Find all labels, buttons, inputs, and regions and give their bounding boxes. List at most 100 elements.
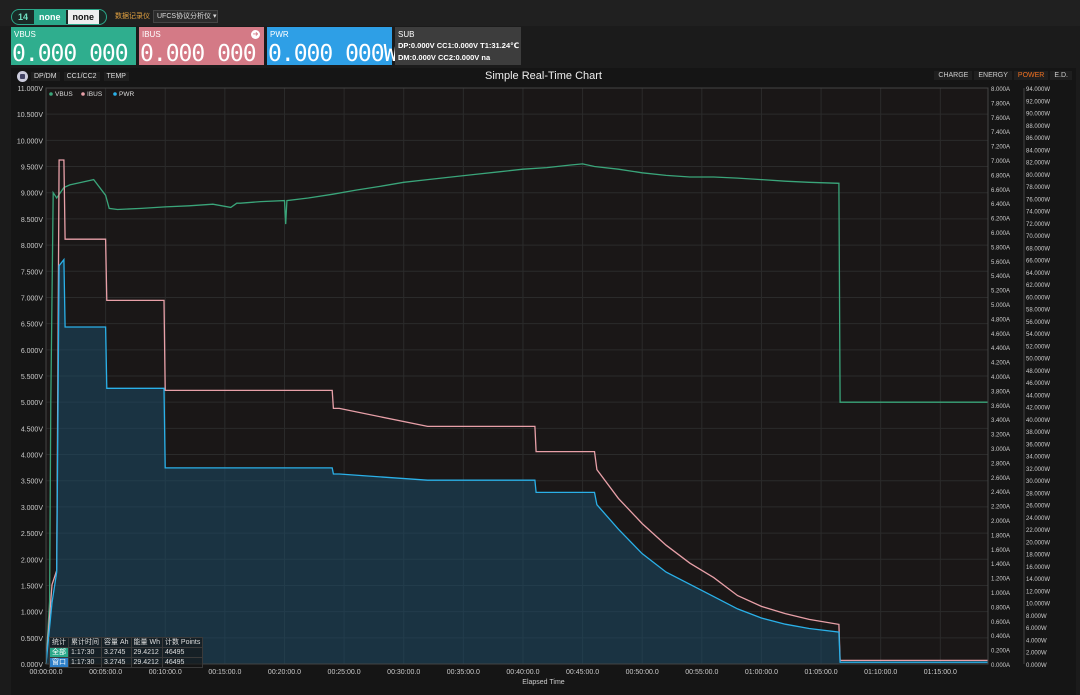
y-mid-tick-label: 3.400A xyxy=(991,418,1010,424)
y-mid-tick-label: 8.000A xyxy=(991,87,1010,93)
y-left-tick-label: 0.000V xyxy=(21,662,44,669)
y-mid-tick-label: 1.600A xyxy=(991,548,1010,554)
x-tick-label: 00:50:00.0 xyxy=(626,669,659,676)
y-left-tick-label: 10.000V xyxy=(17,138,43,145)
y-left-tick-label: 6.000V xyxy=(21,348,44,355)
y-left-tick-label: 3.000V xyxy=(21,505,44,512)
y-right-tick-label: 28.000W xyxy=(1026,491,1050,497)
y-right-tick-label: 38.000W xyxy=(1026,430,1050,436)
protocol-select[interactable]: UFCS协议分析仪 ▾ xyxy=(153,10,218,23)
y-mid-tick-label: 0.600A xyxy=(991,620,1010,626)
legend-label-ibus: IBUS xyxy=(87,91,103,98)
y-right-tick-label: 40.000W xyxy=(1026,418,1050,424)
legend-marker-pwr xyxy=(113,92,117,96)
x-axis-title: Elapsed Time xyxy=(522,679,565,686)
y-right-tick-label: 8.000W xyxy=(1026,614,1047,620)
device-selector[interactable]: 14 none none xyxy=(11,9,107,25)
y-right-tick-label: 4.000W xyxy=(1026,638,1047,644)
vbus-label: VBUS xyxy=(14,30,36,39)
pwr-tile: PWR 0.000 000W xyxy=(267,27,397,67)
y-right-tick-label: 22.000W xyxy=(1026,528,1050,534)
device-number: 14 xyxy=(18,12,29,22)
x-tick-label: 01:15:00.0 xyxy=(924,669,957,676)
data-recorder-label[interactable]: 数据记录仪 xyxy=(115,11,150,21)
vbus-tile: VBUS 0.000 000 V xyxy=(11,27,154,67)
y-right-tick-label: 32.000W xyxy=(1026,467,1050,473)
y-right-tick-label: 90.000W xyxy=(1026,112,1050,118)
y-right-tick-label: 74.000W xyxy=(1026,210,1050,216)
y-mid-tick-label: 3.600A xyxy=(991,404,1010,410)
y-right-tick-label: 12.000W xyxy=(1026,589,1050,595)
y-right-tick-label: 54.000W xyxy=(1026,332,1050,338)
y-right-tick-label: 50.000W xyxy=(1026,357,1050,363)
stats-cell[interactable]: 全部 xyxy=(49,647,69,658)
y-right-tick-label: 64.000W xyxy=(1026,271,1050,277)
x-tick-label: 00:30:00.0 xyxy=(387,669,420,676)
chart-panel: Simple Real-Time Chart DP/DM CC1/CC2 TEM… xyxy=(11,68,1076,695)
y-left-tick-label: 0.500V xyxy=(21,636,44,643)
y-right-tick-label: 26.000W xyxy=(1026,504,1050,510)
y-left-tick-label: 6.500V xyxy=(21,322,44,329)
y-right-tick-label: 2.000W xyxy=(1026,651,1047,657)
y-left-tick-label: 10.500V xyxy=(17,112,43,119)
y-mid-tick-label: 3.800A xyxy=(991,389,1010,395)
legend-marker-ibus xyxy=(81,92,85,96)
y-right-tick-label: 20.000W xyxy=(1026,540,1050,546)
y-right-tick-label: 56.000W xyxy=(1026,320,1050,326)
y-mid-tick-label: 5.200A xyxy=(991,289,1010,295)
legend-label-pwr: PWR xyxy=(119,91,134,98)
y-mid-tick-label: 0.800A xyxy=(991,605,1010,611)
y-right-tick-label: 88.000W xyxy=(1026,124,1050,130)
y-mid-tick-label: 7.400A xyxy=(991,130,1010,136)
sub-line-2: DM:0.000V CC2:0.000V na xyxy=(398,53,491,62)
y-mid-tick-label: 6.400A xyxy=(991,202,1010,208)
y-right-tick-label: 66.000W xyxy=(1026,259,1050,265)
arrow-right-icon[interactable]: ➜ xyxy=(251,30,260,39)
sub-tile: SUB DP:0.000V CC1:0.000V T1:31.24℃ DM:0.… xyxy=(395,27,521,65)
y-right-tick-label: 46.000W xyxy=(1026,381,1050,387)
stats-row-window[interactable]: 窗口 1:17:30 3.2745 29.4212 46495 xyxy=(49,657,204,668)
stats-header-row: 统计 累计时间 容量 Ah 能量 Wh 计数 Points xyxy=(49,637,204,648)
sub-label: SUB xyxy=(398,30,415,39)
y-right-tick-label: 82.000W xyxy=(1026,161,1050,167)
y-left-tick-label: 5.000V xyxy=(21,400,44,407)
y-right-tick-label: 72.000W xyxy=(1026,222,1050,228)
stats-cell: 1:17:30 xyxy=(68,657,102,668)
y-right-tick-label: 52.000W xyxy=(1026,344,1050,350)
y-mid-tick-label: 4.000A xyxy=(991,375,1010,381)
stats-cell[interactable]: 窗口 xyxy=(49,657,69,668)
x-tick-label: 01:10:00.0 xyxy=(864,669,897,676)
y-mid-tick-label: 1.400A xyxy=(991,562,1010,568)
device-name-2[interactable]: none xyxy=(67,10,100,24)
y-left-tick-label: 8.500V xyxy=(21,217,44,224)
stats-header: 累计时间 xyxy=(68,637,102,648)
y-mid-tick-label: 2.400A xyxy=(991,490,1010,496)
y-mid-tick-label: 6.200A xyxy=(991,217,1010,223)
x-tick-label: 01:00:00.0 xyxy=(745,669,778,676)
x-tick-label: 01:05:00.0 xyxy=(805,669,838,676)
x-tick-label: 00:55:00.0 xyxy=(685,669,718,676)
pwr-value: 0.000 000W xyxy=(268,41,397,67)
stats-header: 统计 xyxy=(49,637,69,648)
y-mid-tick-label: 4.200A xyxy=(991,361,1010,367)
x-tick-label: 00:10:00.0 xyxy=(149,669,182,676)
y-right-tick-label: 36.000W xyxy=(1026,442,1050,448)
y-left-tick-label: 2.500V xyxy=(21,531,44,538)
stats-cell: 29.4212 xyxy=(130,657,163,668)
y-left-tick-label: 11.000V xyxy=(17,86,43,93)
y-right-tick-label: 6.000W xyxy=(1026,626,1047,632)
y-left-tick-label: 1.500V xyxy=(21,583,44,590)
legend-label-vbus: VBUS xyxy=(55,91,73,98)
device-name-1[interactable]: none xyxy=(34,10,66,24)
y-mid-tick-label: 7.800A xyxy=(991,101,1010,107)
y-right-tick-label: 80.000W xyxy=(1026,173,1050,179)
realtime-chart[interactable]: 0.000V 0.500V 1.000V 1.500V 2.000V 2.500V 3.00… xyxy=(11,68,1076,683)
y-left-tick-label: 3.500V xyxy=(21,479,44,486)
legend-marker-vbus xyxy=(49,92,53,96)
sub-line-1: DP:0.000V CC1:0.000V T1:31.24℃ xyxy=(398,41,520,50)
y-right-tick-label: 78.000W xyxy=(1026,185,1050,191)
y-right-tick-label: 84.000W xyxy=(1026,148,1050,154)
stats-cell: 46495 xyxy=(161,657,204,668)
stats-row-all[interactable]: 全部 1:17:30 3.2745 29.4212 46495 xyxy=(49,647,204,658)
stats-cell: 29.4212 xyxy=(130,647,163,658)
